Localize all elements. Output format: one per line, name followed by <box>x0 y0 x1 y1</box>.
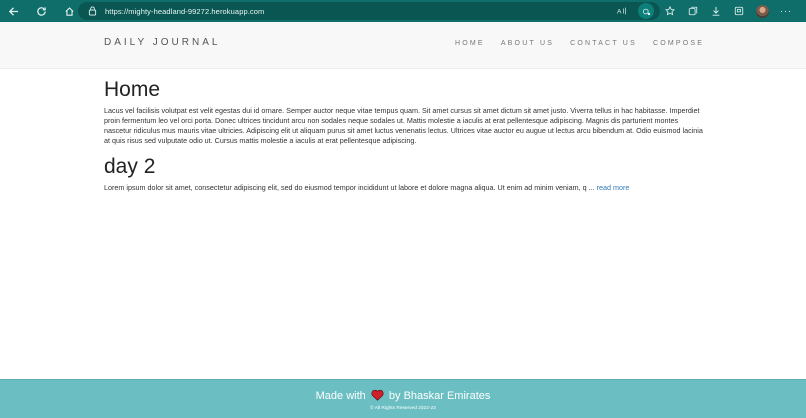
main-content: Home Lacus vel facilisis volutpat est ve… <box>104 78 704 193</box>
nav-link-home[interactable]: HOME <box>455 40 485 47</box>
back-icon[interactable] <box>4 2 22 20</box>
read-more-link[interactable]: read more <box>597 183 630 192</box>
home-icon[interactable] <box>60 2 78 20</box>
nav-link-contact-us[interactable]: CONTACT US <box>570 40 637 47</box>
lock-icon[interactable] <box>85 4 99 18</box>
nav-link-about-us[interactable]: ABOUT US <box>501 40 554 47</box>
page-intro: Lacus vel facilisis volutpat est velit e… <box>104 106 703 145</box>
footer-credit: Made with by Bhaskar Emirates <box>0 389 806 402</box>
page-title: Home <box>104 78 161 101</box>
nav-links: HOME ABOUT US CONTACT US COMPOSE <box>455 40 704 47</box>
avatar[interactable] <box>756 4 769 18</box>
svg-text:A: A <box>617 9 622 16</box>
site-navbar: DAILY JOURNAL HOME ABOUT US CONTACT US C… <box>0 22 806 69</box>
post-excerpt: Lorem ipsum dolor sit amet, consectetur … <box>104 183 704 193</box>
collections-icon[interactable] <box>687 5 699 17</box>
site-footer: Made with by Bhaskar Emirates © All Righ… <box>0 379 806 418</box>
more-options-icon[interactable]: ··· <box>780 6 792 16</box>
url-text[interactable]: https://mighty-headland-99272.herokuapp.… <box>105 7 264 16</box>
refresh-icon[interactable] <box>32 2 50 20</box>
screenshot-icon[interactable] <box>733 5 745 17</box>
tracking-icon[interactable] <box>638 3 654 19</box>
post-excerpt-text: Lorem ipsum dolor sit amet, consectetur … <box>104 183 597 192</box>
browser-toolbar: https://mighty-headland-99272.herokuapp.… <box>0 0 806 22</box>
footer-copyright: © All Rights Reserved 2022-23 <box>370 406 436 411</box>
favorites-icon[interactable] <box>664 5 676 17</box>
downloads-icon[interactable] <box>710 5 722 17</box>
nav-link-compose[interactable]: COMPOSE <box>653 40 704 47</box>
post-title: day 2 <box>104 155 156 178</box>
read-aloud-icon[interactable]: A <box>616 5 628 17</box>
footer-made-with: Made with <box>315 390 366 402</box>
site-brand[interactable]: DAILY JOURNAL <box>104 37 220 48</box>
footer-author: by Bhaskar Emirates <box>388 390 491 402</box>
heart-icon <box>371 389 384 401</box>
address-bar[interactable]: https://mighty-headland-99272.herokuapp.… <box>78 2 660 20</box>
